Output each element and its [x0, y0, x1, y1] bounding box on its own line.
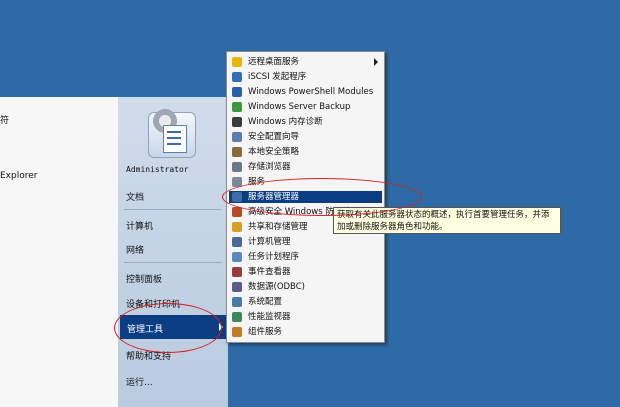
share-icon — [232, 222, 242, 232]
submenu-item-folder[interactable]: 远程桌面服务 — [229, 56, 382, 68]
storage-icon — [232, 162, 242, 172]
submenu-item-label: 存储浏览器 — [248, 162, 291, 172]
security-wizard-icon — [232, 132, 242, 142]
network-link[interactable]: 网络 — [126, 243, 144, 256]
submenu-item-label: 安全配置向导 — [248, 132, 300, 142]
submenu-item-backup[interactable]: Windows Server Backup — [229, 101, 382, 113]
submenu-item-label: 任务计划程序 — [248, 252, 300, 262]
folder-icon — [232, 57, 242, 67]
checklist-icon — [163, 125, 187, 153]
memory-icon — [232, 117, 242, 127]
submenu-item-globe[interactable]: iSCSI 发起程序 — [229, 71, 382, 83]
separator — [124, 262, 222, 263]
submenu-item-memory[interactable]: Windows 内存诊断 — [229, 116, 382, 128]
submenu-item-label: 远程桌面服务 — [248, 57, 300, 67]
user-picture-icon[interactable] — [148, 107, 196, 158]
submenu-item-storage[interactable]: 存储浏览器 — [229, 161, 382, 173]
control-panel-link[interactable]: 控制面板 — [126, 272, 162, 285]
start-menu-program-list: 符 Explorer — [0, 97, 119, 407]
computer-management-icon — [232, 237, 242, 247]
annotation-ellipse-server-manager — [222, 178, 422, 216]
run-link[interactable]: 运行... — [126, 375, 153, 388]
submenu-item-label: 本地安全策略 — [248, 147, 300, 157]
annotation-ellipse-admin-tools — [114, 303, 222, 353]
program-item[interactable]: 符 — [0, 113, 9, 126]
submenu-item-event-viewer[interactable]: 事件查看器 — [229, 266, 382, 278]
program-item-explorer[interactable]: Explorer — [0, 171, 37, 181]
submenu-item-label: 组件服务 — [248, 327, 283, 337]
submenu-item-powershell[interactable]: Windows PowerShell Modules — [229, 86, 382, 98]
user-name-link[interactable]: Administrator — [126, 165, 189, 174]
submenu-item-computer-management[interactable]: 计算机管理 — [229, 236, 382, 248]
submenu-item-label: iSCSI 发起程序 — [248, 72, 307, 82]
firewall-icon — [232, 207, 242, 217]
submenu-item-policy[interactable]: 本地安全策略 — [229, 146, 382, 158]
submenu-item-system-config[interactable]: 系统配置 — [229, 296, 382, 308]
powershell-icon — [232, 87, 242, 97]
globe-icon — [232, 72, 242, 82]
submenu-item-label: Windows 内存诊断 — [248, 117, 323, 127]
submenu-item-label: Windows PowerShell Modules — [248, 87, 374, 97]
separator — [124, 209, 222, 210]
submenu-item-scheduler[interactable]: 任务计划程序 — [229, 251, 382, 263]
submenu-item-component-services[interactable]: 组件服务 — [229, 326, 382, 338]
component-services-icon — [232, 327, 242, 337]
submenu-item-label: 数据源(ODBC) — [248, 282, 305, 292]
documents-link[interactable]: 文档 — [126, 190, 144, 203]
event-viewer-icon — [232, 267, 242, 277]
odbc-icon — [232, 282, 242, 292]
submenu-item-security-wizard[interactable]: 安全配置向导 — [229, 131, 382, 143]
chevron-right-icon — [374, 58, 378, 66]
computer-link[interactable]: 计算机 — [126, 219, 153, 232]
submenu-item-label: Windows Server Backup — [248, 102, 351, 112]
submenu-item-label: 系统配置 — [248, 297, 283, 307]
submenu-item-label: 共享和存储管理 — [248, 222, 308, 232]
backup-icon — [232, 102, 242, 112]
system-config-icon — [232, 297, 242, 307]
submenu-item-label: 事件查看器 — [248, 267, 291, 277]
submenu-item-label: 计算机管理 — [248, 237, 291, 247]
scheduler-icon — [232, 252, 242, 262]
submenu-item-label: 性能监视器 — [248, 312, 291, 322]
performance-icon — [232, 312, 242, 322]
submenu-item-odbc[interactable]: 数据源(ODBC) — [229, 281, 382, 293]
submenu-item-performance[interactable]: 性能监视器 — [229, 311, 382, 323]
policy-icon — [232, 147, 242, 157]
